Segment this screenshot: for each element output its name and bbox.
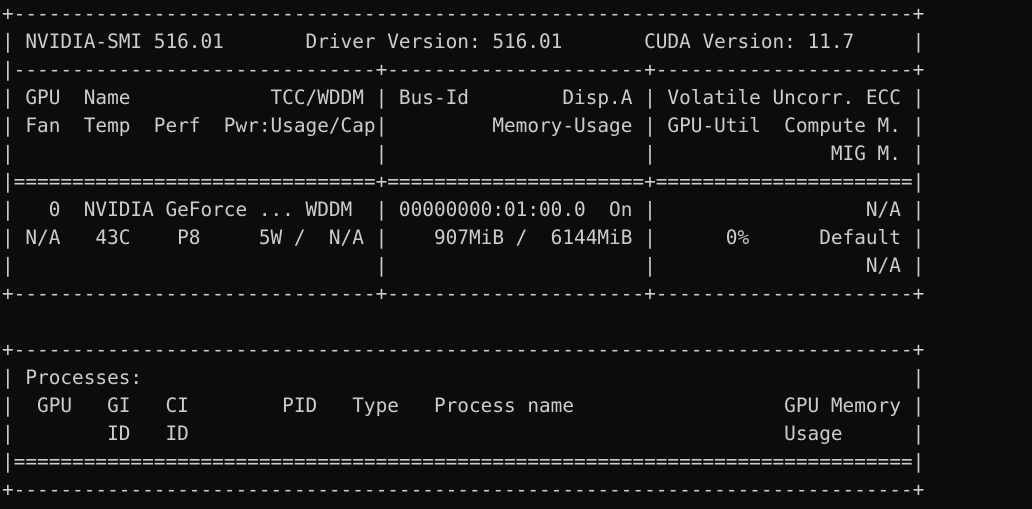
gpu-row-line-2: | N/A 43C P8 5W / N/A | 907MiB / 6144MiB… bbox=[2, 226, 925, 249]
processes-title-line: | Processes: | bbox=[2, 366, 925, 389]
gpu-row-line-1: | 0 NVIDIA GeForce ... WDDM | 00000000:0… bbox=[2, 198, 925, 221]
table-border-bottom: +-------------------------------+-------… bbox=[2, 282, 925, 305]
table-border-top: +---------------------------------------… bbox=[2, 2, 925, 25]
processes-header-line-1: | GPU GI CI PID Type Process name GPU Me… bbox=[2, 394, 925, 417]
column-header-line-3: | | | MIG M. | bbox=[2, 142, 925, 165]
processes-double-separator: |=======================================… bbox=[2, 450, 925, 473]
terminal-output[interactable]: +---------------------------------------… bbox=[2, 0, 1032, 509]
processes-border-top: +---------------------------------------… bbox=[2, 338, 925, 361]
header-version-line: | NVIDIA-SMI 516.01 Driver Version: 516.… bbox=[2, 30, 925, 53]
column-header-line-2: | Fan Temp Perf Pwr:Usage/Cap| Memory-Us… bbox=[2, 114, 925, 137]
processes-border-bottom: +---------------------------------------… bbox=[2, 478, 925, 501]
processes-header-line-2: | ID ID Usage | bbox=[2, 422, 925, 445]
gpu-row-line-3: | | | N/A | bbox=[2, 254, 925, 277]
column-header-line-1: | GPU Name TCC/WDDM | Bus-Id Disp.A | Vo… bbox=[2, 86, 925, 109]
table-separator: |-------------------------------+-------… bbox=[2, 58, 925, 81]
header-double-separator: |===============================+=======… bbox=[2, 170, 925, 193]
